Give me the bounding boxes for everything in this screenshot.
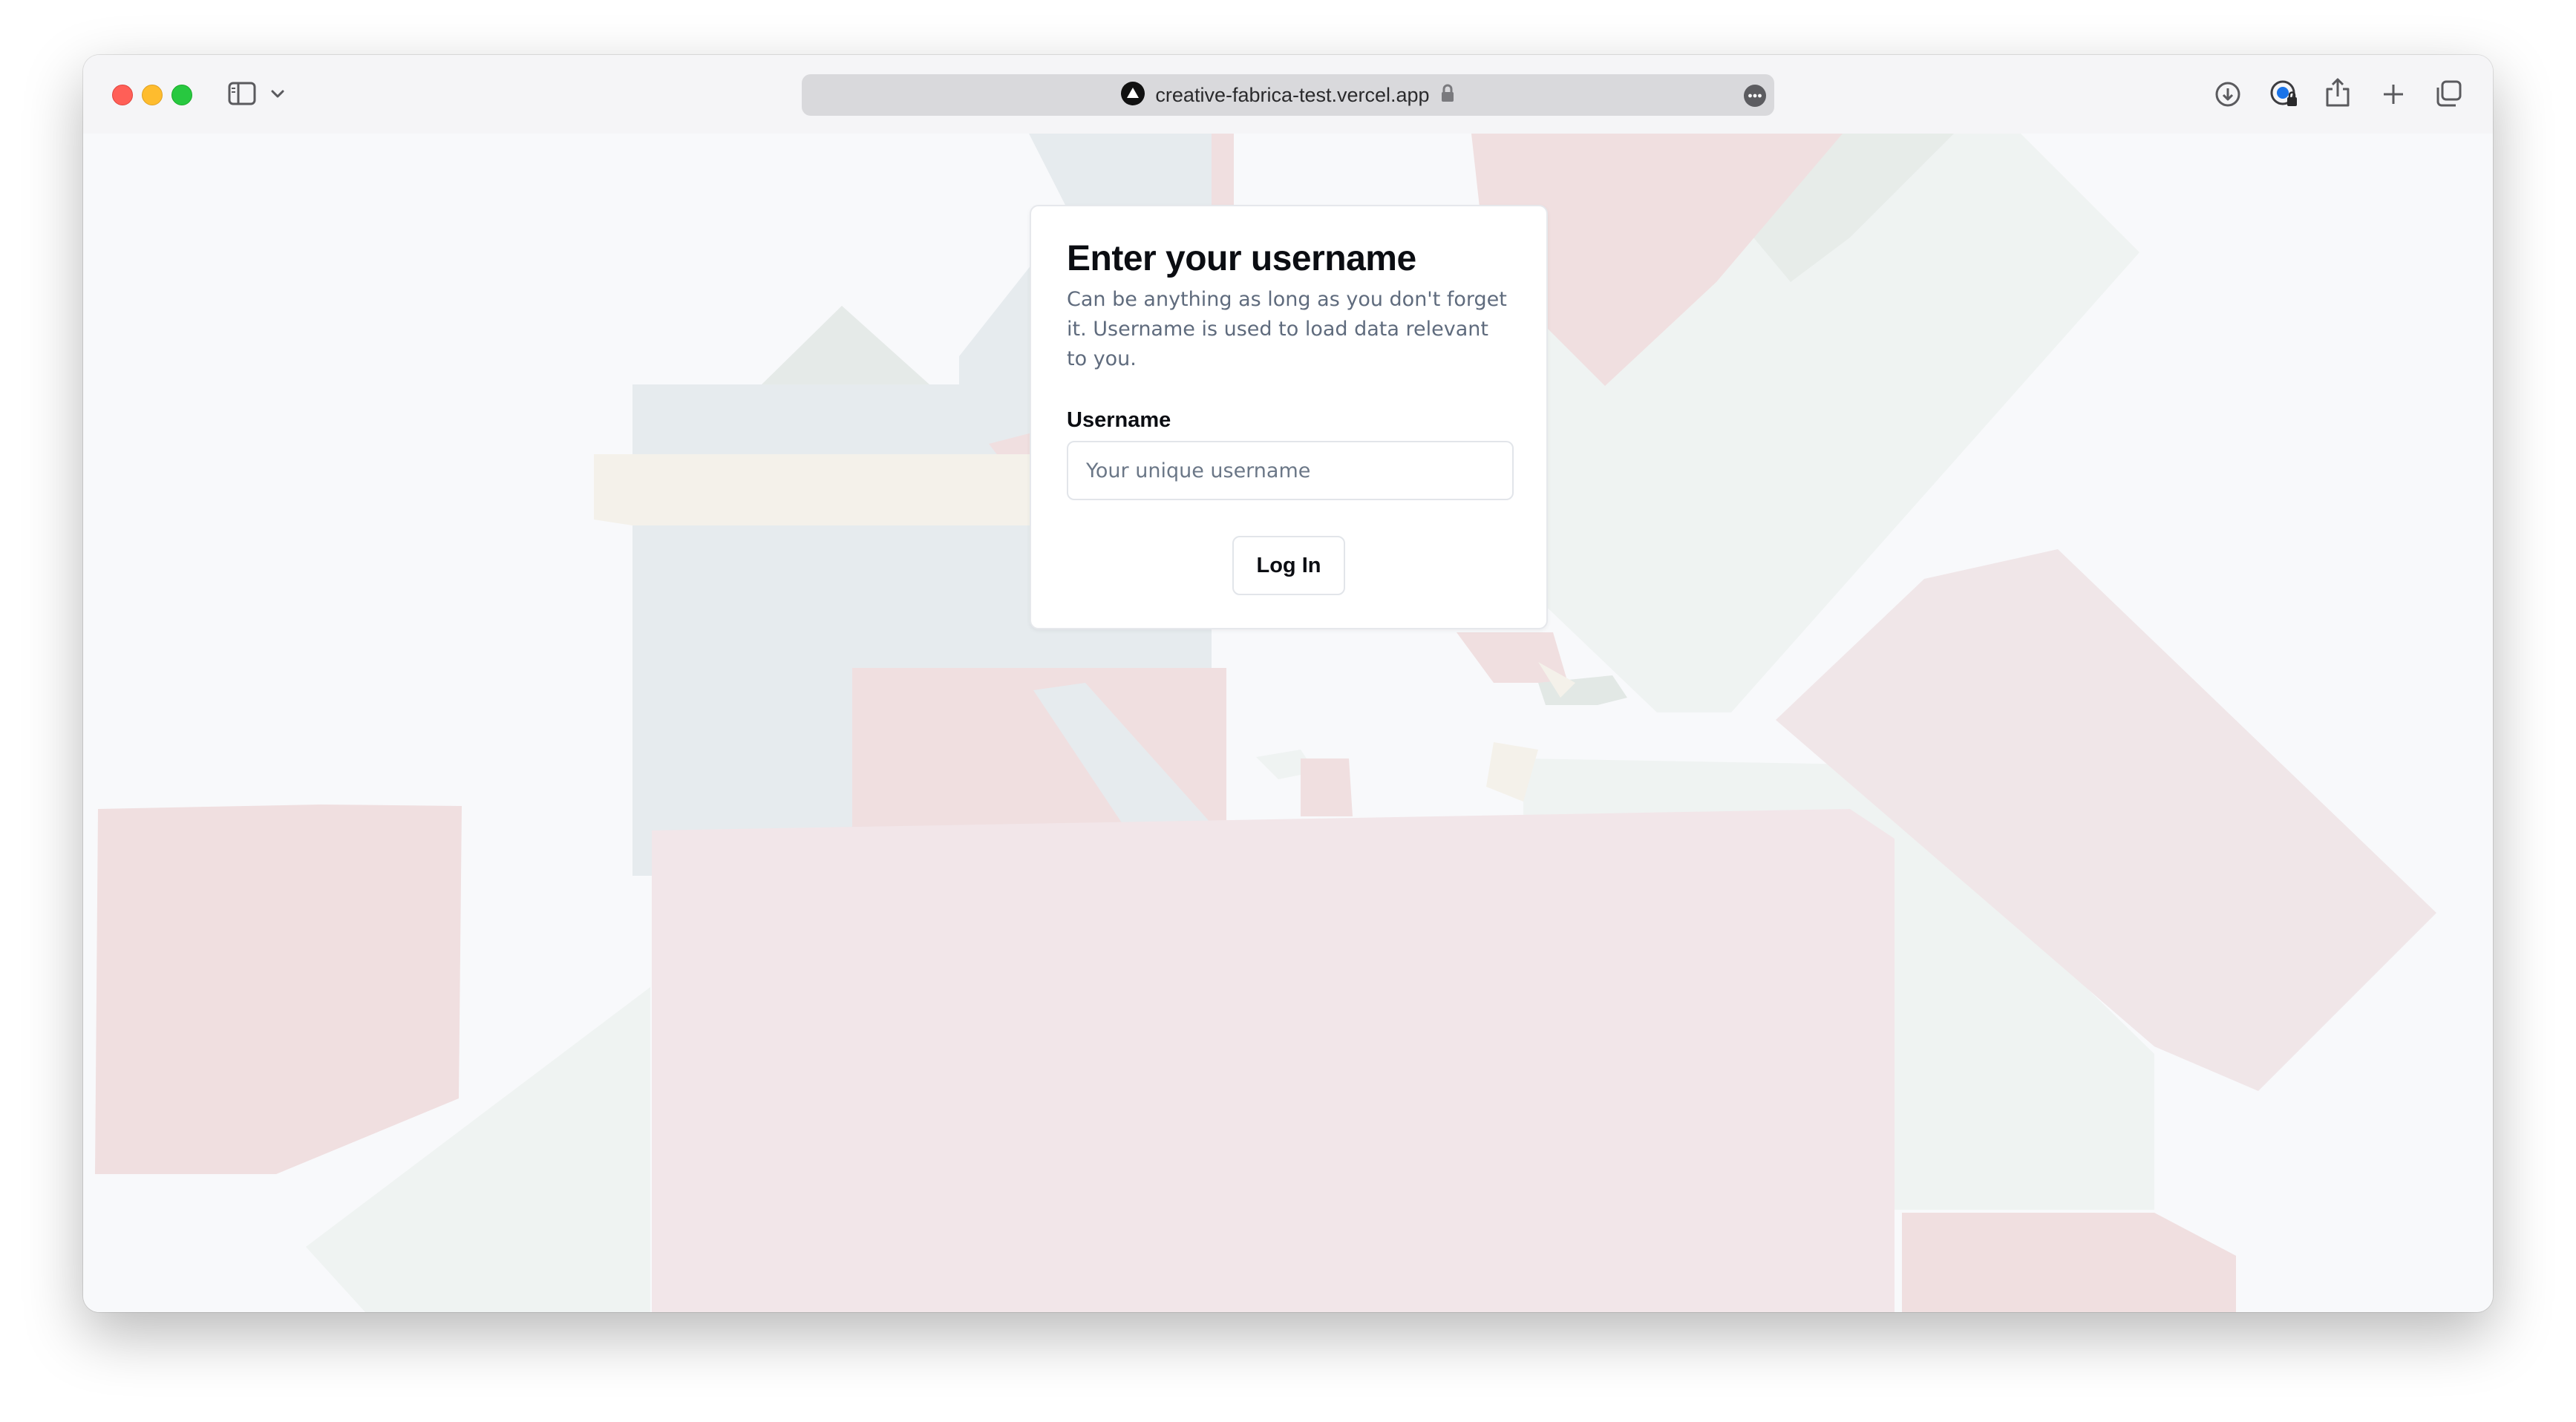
sidebar-toggle-icon[interactable] (227, 80, 257, 107)
lock-icon (1440, 84, 1455, 106)
minimize-window-button[interactable] (142, 85, 163, 105)
share-icon[interactable] (2324, 76, 2352, 108)
password-manager-icon[interactable] (2269, 79, 2300, 110)
bg-shape (762, 306, 929, 384)
button-row: Log In (1067, 536, 1511, 595)
login-card: Enter your username Can be anything as l… (1030, 205, 1548, 629)
browser-toolbar: creative-fabrica-test.vercel.app (83, 55, 2493, 134)
bg-shape (594, 454, 1041, 525)
login-button[interactable]: Log In (1232, 536, 1345, 595)
username-label: Username (1067, 408, 1171, 432)
close-window-button[interactable] (112, 85, 133, 105)
bg-shape (652, 809, 1895, 1312)
url-text: creative-fabrica-test.vercel.app (1155, 83, 1430, 106)
tab-overview-icon[interactable] (2433, 79, 2463, 108)
bg-shape (1902, 1213, 2236, 1312)
chevron-down-icon[interactable] (269, 85, 287, 102)
login-title: Enter your username (1067, 239, 1416, 278)
browser-window: creative-fabrica-test.vercel.app Enter y… (83, 55, 2493, 1312)
more-options-icon[interactable] (1743, 84, 1767, 108)
plus-icon[interactable] (2379, 80, 2407, 108)
login-description: Can be anything as long as you don't for… (1067, 288, 1507, 370)
vercel-triangle-icon (1121, 82, 1145, 108)
address-bar[interactable]: creative-fabrica-test.vercel.app (802, 74, 1774, 116)
bg-shape (95, 805, 462, 1174)
bg-shape (1301, 758, 1353, 816)
page-content: Enter your username Can be anything as l… (83, 134, 2493, 1312)
download-icon[interactable] (2214, 80, 2242, 108)
username-input[interactable] (1067, 441, 1514, 500)
maximize-window-button[interactable] (171, 85, 192, 105)
